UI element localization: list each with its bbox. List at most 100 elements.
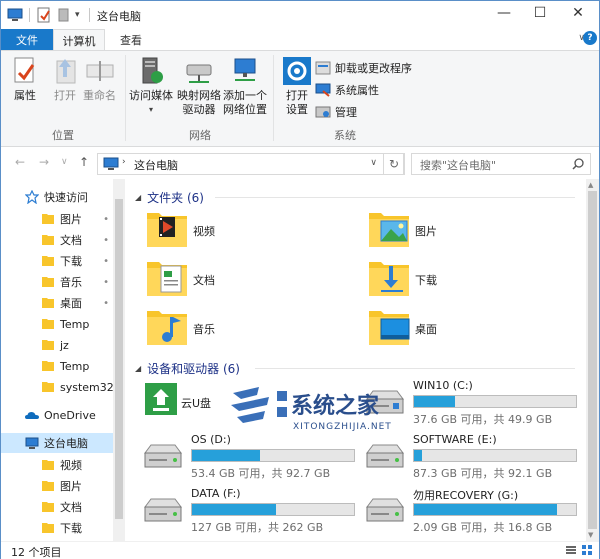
nav-quick-item[interactable]: 音乐 • bbox=[41, 272, 113, 292]
maximize-button[interactable]: ☐ bbox=[523, 1, 557, 25]
up-arrow-icon[interactable]: ↑ bbox=[79, 155, 89, 169]
nav-quick-item[interactable]: 桌面 • bbox=[41, 293, 113, 313]
open-settings-button[interactable]: 打开 设置 bbox=[281, 55, 313, 117]
nav-quick-item[interactable]: jz bbox=[41, 335, 113, 355]
close-button[interactable]: ✕ bbox=[561, 1, 595, 25]
folder-music[interactable]: 音乐 bbox=[127, 305, 327, 353]
tab-computer[interactable]: 计算机 bbox=[53, 29, 105, 51]
folder-downloads[interactable]: 下载 bbox=[349, 256, 549, 304]
ribbon-group-label: 网络 bbox=[189, 129, 211, 142]
folder-icon bbox=[42, 502, 54, 512]
address-dropdown-icon[interactable]: ∨ bbox=[370, 158, 377, 168]
network-location-icon bbox=[234, 58, 256, 81]
section-divider bbox=[255, 368, 575, 369]
search-input[interactable]: 搜索"这台电脑" bbox=[411, 153, 591, 175]
nav-quick-item[interactable]: 图片 • bbox=[41, 209, 113, 229]
folder-label: 视频 bbox=[193, 225, 215, 238]
drive-space-text: 127 GB 可用，共 262 GB bbox=[191, 521, 324, 534]
settings-gear-icon bbox=[283, 57, 311, 85]
drive-usage-fill bbox=[414, 504, 557, 515]
minimize-button[interactable]: — bbox=[487, 1, 521, 25]
navigation-pane: 快速访问 图片 • 文档 • 下载 • 音乐 • 桌面 • Temp jz Temp system32 O… bbox=[1, 179, 126, 541]
nav-pc-item[interactable]: 文档 bbox=[41, 497, 82, 517]
content-scroll-thumb[interactable] bbox=[588, 191, 597, 529]
open-button[interactable]: 打开 bbox=[49, 55, 81, 103]
folder-desktop[interactable]: 桌面 bbox=[349, 305, 549, 353]
explorer-window: ▾ 这台电脑 — ☐ ✕ 文件 计算机 查看 ∨ ? 属性 打开 重命名 位置 … bbox=[0, 0, 600, 559]
collapse-triangle-icon: ◢ bbox=[135, 363, 142, 373]
quick-access-star-icon bbox=[25, 190, 39, 204]
scroll-up-icon[interactable]: ▲ bbox=[588, 181, 593, 189]
nav-quick-item[interactable]: 文档 • bbox=[41, 230, 113, 250]
help-icon[interactable]: ? bbox=[583, 31, 597, 45]
map-network-drive-button[interactable]: 映射网络 驱动器 bbox=[177, 55, 221, 117]
folder-pictures[interactable]: 图片 bbox=[349, 207, 549, 255]
recent-dropdown-icon[interactable]: ∨ bbox=[61, 157, 68, 167]
rename-button[interactable]: 重命名 bbox=[83, 55, 116, 103]
manage-button[interactable]: 管理 bbox=[315, 103, 357, 121]
nav-this-pc[interactable]: 这台电脑 bbox=[1, 433, 113, 453]
this-pc-icon bbox=[7, 8, 23, 21]
pin-icon[interactable]: • bbox=[103, 235, 109, 246]
nav-quick-access[interactable]: 快速访问 bbox=[25, 187, 88, 207]
network-drive-icon bbox=[186, 64, 212, 83]
hard-drive-icon bbox=[366, 444, 404, 468]
drive-name: 勿用RECOVERY (G:) bbox=[413, 489, 519, 502]
nav-scroll-thumb[interactable] bbox=[115, 199, 123, 519]
pin-icon[interactable]: • bbox=[103, 298, 109, 309]
devices-section-header[interactable]: ◢ 设备和驱动器 (6) bbox=[135, 359, 240, 377]
ribbon-tabs: 文件 计算机 查看 ∨ ? bbox=[1, 29, 599, 51]
tab-file[interactable]: 文件 bbox=[1, 29, 53, 50]
watermark-logo: 系统之家 XITONGZHIJIA.NET bbox=[231, 387, 392, 432]
drive-space-text: 2.09 GB 可用，共 16.8 GB bbox=[413, 521, 553, 534]
folder-documents[interactable]: 文档 bbox=[127, 256, 327, 304]
pin-icon[interactable]: • bbox=[103, 214, 109, 225]
watermark-en: XITONGZHIJIA.NET bbox=[293, 422, 392, 432]
drive-usage-bar bbox=[413, 449, 577, 462]
nav-pc-item[interactable]: 下载 bbox=[41, 518, 82, 538]
folders-section-header[interactable]: ◢ 文件夹 (6) bbox=[135, 188, 204, 206]
new-folder-quick-icon[interactable] bbox=[57, 7, 71, 23]
access-media-button[interactable]: 访问媒体 ▾ bbox=[129, 55, 173, 117]
pin-icon[interactable]: • bbox=[103, 256, 109, 267]
system-properties-icon bbox=[315, 83, 331, 97]
uninstall-program-button[interactable]: 卸载或更改程序 bbox=[315, 59, 412, 77]
media-server-icon bbox=[142, 57, 163, 84]
scroll-down-icon[interactable]: ▼ bbox=[588, 531, 593, 539]
nav-quick-item[interactable]: system32 bbox=[41, 377, 114, 397]
hard-drive-icon bbox=[144, 498, 182, 522]
drive-usage-bar bbox=[413, 395, 577, 408]
ribbon: 属性 打开 重命名 位置 访问媒体 ▾ 映射网络 驱动器 添加一个 网络位置 网… bbox=[1, 50, 599, 147]
drive-item[interactable]: DATA (F:) 127 GB 可用，共 262 GB bbox=[127, 485, 355, 535]
toolbar-separator bbox=[29, 8, 30, 22]
refresh-button[interactable]: ↻ bbox=[383, 153, 405, 175]
nav-scrollbar[interactable] bbox=[113, 179, 125, 541]
details-view-icon[interactable] bbox=[565, 544, 577, 556]
search-placeholder: 搜索"这台电脑" bbox=[420, 159, 497, 172]
content-scrollbar[interactable]: ▲ ▼ bbox=[586, 179, 599, 541]
nav-quick-item[interactable]: 下载 • bbox=[41, 251, 113, 271]
folder-icon bbox=[42, 382, 54, 392]
pin-icon[interactable]: • bbox=[103, 277, 109, 288]
address-bar[interactable]: › 这台电脑 ∨ bbox=[97, 153, 404, 175]
large-icons-view-icon[interactable] bbox=[581, 544, 593, 556]
drive-item[interactable]: 勿用RECOVERY (G:) 2.09 GB 可用，共 16.8 GB bbox=[349, 485, 577, 535]
drive-name: OS (D:) bbox=[191, 433, 231, 446]
properties-quick-icon[interactable] bbox=[37, 7, 51, 23]
tab-view[interactable]: 查看 bbox=[107, 29, 155, 50]
folder-video[interactable]: 视频 bbox=[127, 207, 327, 255]
ribbon-group-system: 打开 设置 卸载或更改程序 系统属性 管理 系统 bbox=[275, 51, 415, 147]
folder-icon bbox=[42, 277, 54, 287]
nav-quick-item[interactable]: Temp bbox=[41, 356, 113, 376]
folder-icon bbox=[42, 523, 54, 533]
nav-onedrive[interactable]: OneDrive bbox=[25, 405, 96, 425]
nav-pc-item[interactable]: 图片 bbox=[41, 476, 82, 496]
forward-arrow-icon[interactable]: → bbox=[39, 155, 49, 169]
nav-pc-item[interactable]: 视频 bbox=[41, 455, 82, 475]
quick-access-dropdown-icon[interactable]: ▾ bbox=[75, 7, 80, 23]
system-properties-button[interactable]: 系统属性 bbox=[315, 81, 379, 99]
back-arrow-icon[interactable]: ← bbox=[15, 155, 25, 169]
add-network-location-button[interactable]: 添加一个 网络位置 bbox=[223, 55, 267, 117]
properties-button[interactable]: 属性 bbox=[9, 55, 41, 103]
nav-quick-item[interactable]: Temp bbox=[41, 314, 113, 334]
